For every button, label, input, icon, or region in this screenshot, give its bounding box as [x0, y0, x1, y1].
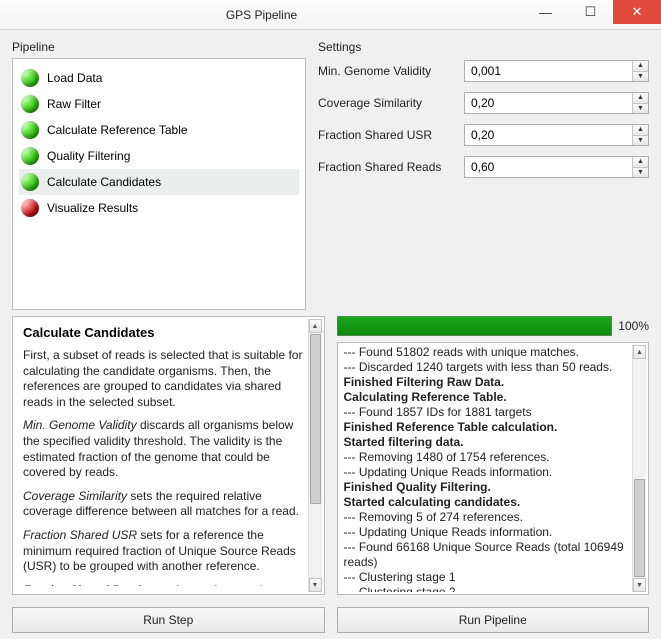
setting-spinner-coverage_similarity[interactable]: ▲▼: [464, 92, 649, 114]
log-line: --- Clustering stage 2: [344, 585, 631, 592]
titlebar: GPS Pipeline — ☐ ✕: [0, 0, 661, 30]
status-orb-icon: [21, 69, 39, 87]
window-buttons: — ☐ ✕: [523, 0, 661, 29]
spinner-down-icon[interactable]: ▼: [633, 72, 648, 82]
pipeline-item-label: Calculate Candidates: [47, 175, 161, 189]
run-step-button[interactable]: Run Step: [12, 607, 325, 633]
log-line: Finished Filtering Raw Data.: [344, 375, 631, 390]
maximize-button[interactable]: ☐: [568, 0, 613, 24]
setting-label-min_genome_validity: Min. Genome Validity: [318, 64, 458, 78]
spinner-up-icon[interactable]: ▲: [633, 125, 648, 136]
window-title: GPS Pipeline: [0, 8, 523, 22]
pipeline-item-5[interactable]: Visualize Results: [19, 195, 299, 221]
scroll-up-icon[interactable]: ▲: [309, 319, 322, 333]
pipeline-item-1[interactable]: Raw Filter: [19, 91, 299, 117]
log-line: --- Found 1857 IDs for 1881 targets: [344, 405, 631, 420]
log-scrollbar[interactable]: ▲ ▼: [632, 345, 646, 592]
run-pipeline-button[interactable]: Run Pipeline: [337, 607, 650, 633]
spinner-down-icon[interactable]: ▼: [633, 104, 648, 114]
pipeline-item-2[interactable]: Calculate Reference Table: [19, 117, 299, 143]
scroll-up-icon[interactable]: ▲: [633, 345, 646, 359]
minimize-button[interactable]: —: [523, 0, 568, 24]
setting-spinner-min_genome_validity[interactable]: ▲▼: [464, 60, 649, 82]
pipeline-item-label: Raw Filter: [47, 97, 101, 111]
status-orb-icon: [21, 173, 39, 191]
log-line: --- Removing 1480 of 1754 references.: [344, 450, 631, 465]
progress-percent: 100%: [618, 319, 649, 333]
setting-input-min_genome_validity[interactable]: [465, 61, 632, 81]
spinner-up-icon[interactable]: ▲: [633, 93, 648, 104]
setting-spinner-fraction_shared_reads[interactable]: ▲▼: [464, 156, 649, 178]
setting-input-fraction_shared_usr[interactable]: [465, 125, 632, 145]
pipeline-item-0[interactable]: Load Data: [19, 65, 299, 91]
log-line: --- Discarded 1240 targets with less tha…: [344, 360, 631, 375]
log-line: Started calculating candidates.: [344, 495, 631, 510]
spinner-down-icon[interactable]: ▼: [633, 168, 648, 178]
scroll-thumb[interactable]: [310, 334, 321, 504]
log-line: --- Removing 5 of 274 references.: [344, 510, 631, 525]
status-orb-icon: [21, 121, 39, 139]
setting-input-fraction_shared_reads[interactable]: [465, 157, 632, 177]
spinner-up-icon[interactable]: ▲: [633, 61, 648, 72]
log-line: --- Updating Unique Reads information.: [344, 465, 631, 480]
pipeline-list[interactable]: Load Data Raw Filter Calculate Reference T…: [12, 58, 306, 310]
pipeline-item-label: Load Data: [47, 71, 102, 85]
close-button[interactable]: ✕: [613, 0, 661, 24]
pipeline-item-label: Calculate Reference Table: [47, 123, 188, 137]
setting-label-coverage_similarity: Coverage Similarity: [318, 96, 458, 110]
log-line: --- Clustering stage 1: [344, 570, 631, 585]
status-orb-icon: [21, 147, 39, 165]
description-scrollbar[interactable]: ▲ ▼: [308, 319, 322, 592]
scroll-down-icon[interactable]: ▼: [633, 578, 646, 592]
pipeline-label: Pipeline: [12, 40, 306, 54]
log-line: Finished Quality Filtering.: [344, 480, 631, 495]
description-title: Calculate Candidates: [23, 325, 304, 340]
description-body: First, a subset of reads is selected tha…: [23, 348, 304, 586]
log-line: --- Found 66168 Unique Source Reads (tot…: [344, 540, 631, 570]
pipeline-item-label: Quality Filtering: [47, 149, 130, 163]
log-line: Started filtering data.: [344, 435, 631, 450]
setting-label-fraction_shared_usr: Fraction Shared USR: [318, 128, 458, 142]
setting-spinner-fraction_shared_usr[interactable]: ▲▼: [464, 124, 649, 146]
spinner-down-icon[interactable]: ▼: [633, 136, 648, 146]
log-line: --- Updating Unique Reads information.: [344, 525, 631, 540]
setting-input-coverage_similarity[interactable]: [465, 93, 632, 113]
setting-label-fraction_shared_reads: Fraction Shared Reads: [318, 160, 458, 174]
description-box: Calculate Candidates First, a subset of …: [12, 316, 325, 595]
log-line: Finished Reference Table calculation.: [344, 420, 631, 435]
status-orb-icon: [21, 199, 39, 217]
log-line: Calculating Reference Table.: [344, 390, 631, 405]
log-line: --- Found 51802 reads with unique matche…: [344, 345, 631, 360]
scroll-thumb[interactable]: [634, 479, 645, 577]
log-output: --- Found 51802 reads with unique matche…: [337, 342, 650, 595]
progress-bar: [337, 316, 613, 336]
status-orb-icon: [21, 95, 39, 113]
spinner-up-icon[interactable]: ▲: [633, 157, 648, 168]
settings-label: Settings: [318, 40, 649, 54]
pipeline-item-4[interactable]: Calculate Candidates: [19, 169, 299, 195]
scroll-down-icon[interactable]: ▼: [309, 578, 322, 592]
pipeline-item-label: Visualize Results: [47, 201, 138, 215]
pipeline-item-3[interactable]: Quality Filtering: [19, 143, 299, 169]
